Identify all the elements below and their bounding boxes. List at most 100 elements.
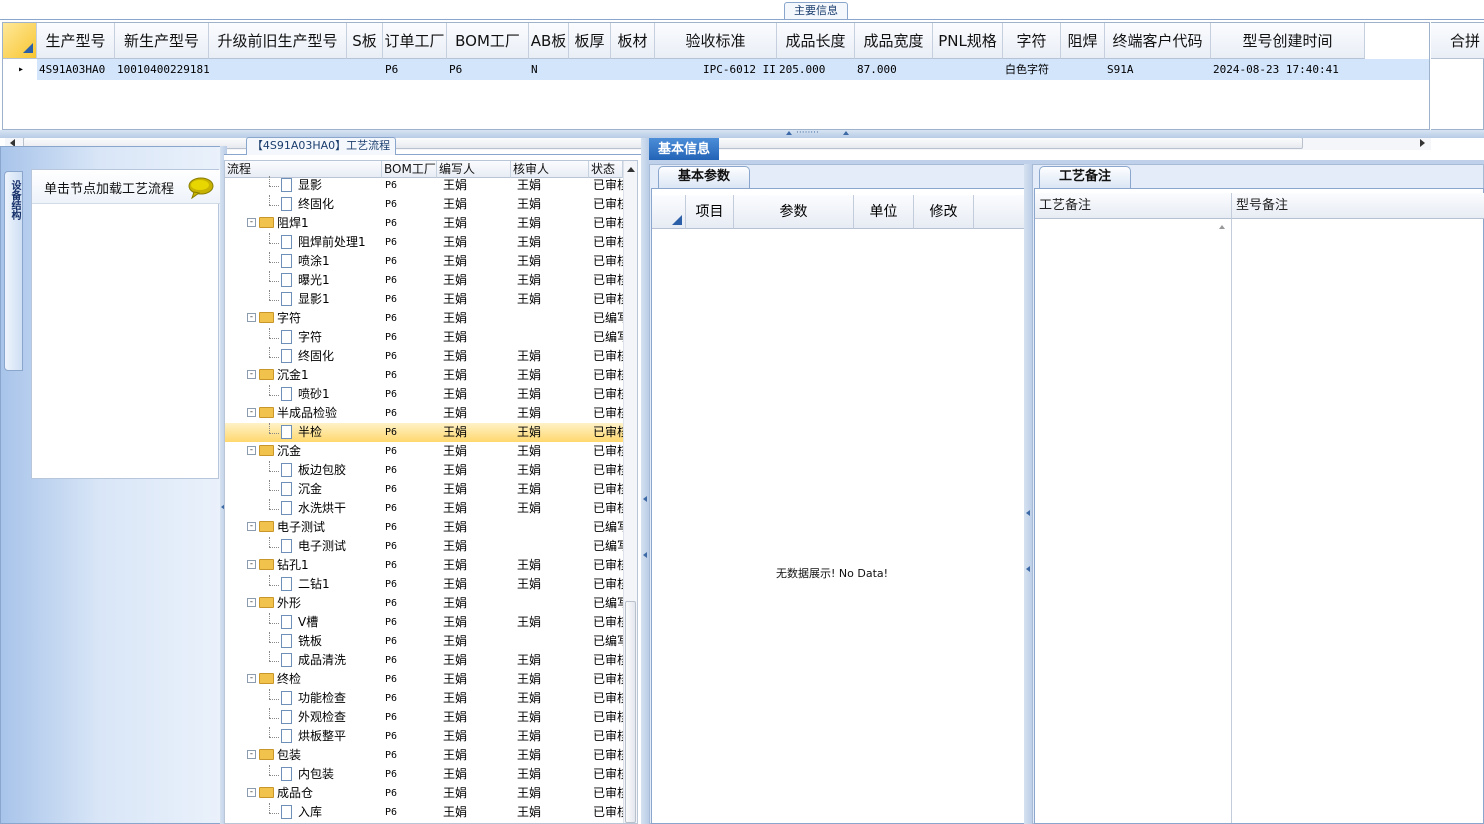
grid-cell[interactable]: S91A [1105,59,1211,80]
tree-node[interactable]: 半检 P6 王娟 王娟 已审核 [225,423,623,442]
column-header[interactable]: 板厚 [569,23,611,59]
tree-node[interactable]: 铣板 P6 王娟 已编写 [225,632,623,651]
collapse-icon[interactable]: - [247,313,256,322]
column-header[interactable]: AB板 [529,23,569,59]
tree-node[interactable]: - 阻焊1 P6 王娟 王娟 已审核 [225,214,623,233]
tree-node[interactable]: 字符 P6 王娟 已编写 [225,328,623,347]
product-grid[interactable]: 生产型号 新生产型号 升级前旧生产型号 S板 订单工厂 BOM工厂 AB板 板厚 板材 验收标准成… [2,22,1431,150]
tree-node[interactable]: 沉金 P6 王娟 王娟 已审核 [225,480,623,499]
device-tree-box[interactable]: 单击节点加载工艺流程 [31,169,220,479]
collapse-icon[interactable]: - [247,522,256,531]
tree-node[interactable]: 电子测试 P6 王娟 已编写 [225,537,623,556]
column-header[interactable]: 成品长度 [777,23,855,59]
tree-node[interactable]: - 半成品检验 P6 王娟 王娟 已审核 [225,404,623,423]
tree-node[interactable]: 终固化 P6 王娟 王娟 已审核 [225,347,623,366]
tree-node[interactable]: 曝光1 P6 王娟 王娟 已审核 [225,271,623,290]
tree-node[interactable]: 水洗烘干 P6 王娟 王娟 已审核 [225,499,623,518]
process-flow-tab[interactable]: 【4S91A03HA0】工艺流程 [246,137,396,155]
tree-node[interactable]: - 沉金 P6 王娟 王娟 已审核 [225,442,623,461]
horizontal-splitter[interactable]: ········ [0,129,1484,138]
collapse-icon[interactable]: - [247,370,256,379]
collapse-icon[interactable]: - [247,560,256,569]
column-header[interactable]: 升级前旧生产型号 [209,23,347,59]
column-header[interactable]: 新生产型号 [115,23,209,59]
grid-cell[interactable]: 2024-08-23 17:40:41 [1211,59,1365,80]
row-marker[interactable]: ▸ [3,59,37,80]
collapse-up-icon-2[interactable] [843,131,849,135]
column-header-unit[interactable]: 单位 [854,195,914,229]
scroll-up-icon[interactable] [627,167,635,172]
tree-node[interactable]: - 成品仓 P6 王娟 王娟 已审核 [225,784,623,803]
basic-params-tab[interactable]: 基本参数 [658,166,750,188]
grid-cell[interactable]: 10010400229181 [115,59,209,80]
collapse-icon[interactable]: - [247,750,256,759]
grid-cell[interactable] [611,59,655,80]
collapse-icon[interactable]: - [247,446,256,455]
tree-node[interactable]: 显影 P6 王娟 王娟 已审核 [225,176,623,195]
tree-node[interactable]: - 外形 P6 王娟 已编写 [225,594,623,613]
tree-node[interactable]: - 钻孔1 P6 王娟 王娟 已审核 [225,556,623,575]
collapse-icon[interactable]: - [247,788,256,797]
column-header[interactable]: PNL规格 [933,23,1003,59]
grid-corner[interactable] [3,23,37,59]
tree-node[interactable]: 外观检查 P6 王娟 王娟 已审核 [225,708,623,727]
params-grid[interactable]: 项目 参数 单位 修改 无数据展示! No Data! [651,188,1026,824]
grid-cell[interactable] [1061,59,1105,80]
grid-cell[interactable]: N [529,59,569,80]
collapse-up-icon[interactable] [786,131,792,135]
column-header[interactable]: 阻焊 [1061,23,1105,59]
tree-node[interactable]: - 电子测试 P6 王娟 已编写 [225,518,623,537]
model-remarks-textarea[interactable] [1232,219,1484,823]
tree-vertical-scrollbar[interactable] [623,161,637,823]
process-flow-tree[interactable]: 流程BOM工厂编写人核审人状态 显影P6王娟王娟已审核终固化P6王娟王娟已审核-… [224,160,638,824]
column-header[interactable]: 生产型号 [37,23,115,59]
basic-info-tab[interactable]: 基本信息 [649,138,719,162]
device-structure-tab[interactable]: 设备结构 [4,171,23,371]
scroll-right-icon[interactable] [1420,139,1425,147]
main-info-tab[interactable]: 主要信息 [784,2,848,20]
column-header[interactable]: 验收标准 [655,23,777,59]
column-header[interactable]: 终端客户代码 [1105,23,1211,59]
column-header[interactable]: 订单工厂 [383,23,447,59]
grid-cell[interactable]: P6 [447,59,529,80]
column-header[interactable]: BOM工厂 [447,23,529,59]
collapse-icon[interactable]: - [247,674,256,683]
grid-cell[interactable]: IPC-6012 III级 [655,59,777,80]
grid-cell[interactable] [933,59,1003,80]
process-remarks-tab[interactable]: 工艺备注 [1039,166,1131,188]
tree-node[interactable]: 喷涂1 P6 王娟 王娟 已审核 [225,252,623,271]
tree-node[interactable]: 内包装 P6 王娟 王娟 已审核 [225,765,623,784]
grid-cell[interactable]: 4S91A03HA0 [37,59,115,80]
grid-cell[interactable] [209,59,347,80]
column-header[interactable]: 板材 [611,23,655,59]
tree-node[interactable]: - 字符 P6 王娟 已编写 [225,309,623,328]
collapse-icon[interactable]: - [247,408,256,417]
column-header-param[interactable]: 参数 [734,195,854,229]
grid-cell[interactable]: 白色字符 [1003,59,1061,80]
tree-scroll-thumb[interactable] [625,601,636,823]
column-header-item[interactable]: 项目 [686,195,734,229]
process-remarks-textarea[interactable] [1035,219,1232,823]
tree-node[interactable]: 喷砂1 P6 王娟 王娟 已审核 [225,385,623,404]
grid-cell[interactable]: P6 [383,59,447,80]
tree-node[interactable]: - 沉金1 P6 王娟 王娟 已审核 [225,366,623,385]
tree-node[interactable]: 入库 P6 王娟 王娟 已审核 [225,803,623,822]
grid-cell[interactable]: 205.000 [777,59,855,80]
tree-node[interactable]: 成品清洗 P6 王娟 王娟 已审核 [225,651,623,670]
grid-cell[interactable] [569,59,611,80]
column-header-modify[interactable]: 修改 [914,195,974,229]
column-header[interactable]: S板 [347,23,383,59]
tree-node[interactable]: 终固化 P6 王娟 王娟 已审核 [225,195,623,214]
tree-node[interactable]: - 包装 P6 王娟 王娟 已审核 [225,746,623,765]
vertical-splitter-middle[interactable] [641,138,649,824]
tree-node[interactable]: 显影1 P6 王娟 王娟 已审核 [225,290,623,309]
column-header[interactable]: 型号创建时间 [1211,23,1365,59]
tree-node[interactable]: - 终检 P6 王娟 王娟 已审核 [225,670,623,689]
grid-cell[interactable]: 87.000 [855,59,933,80]
grid-cell[interactable] [347,59,383,80]
column-header-merge[interactable]: 合拼 [1431,23,1484,59]
tree-node[interactable]: 烘板整平 P6 王娟 王娟 已审核 [225,727,623,746]
column-header[interactable]: 字符 [1003,23,1061,59]
column-header[interactable]: 成品宽度 [855,23,933,59]
collapse-icon[interactable]: - [247,598,256,607]
